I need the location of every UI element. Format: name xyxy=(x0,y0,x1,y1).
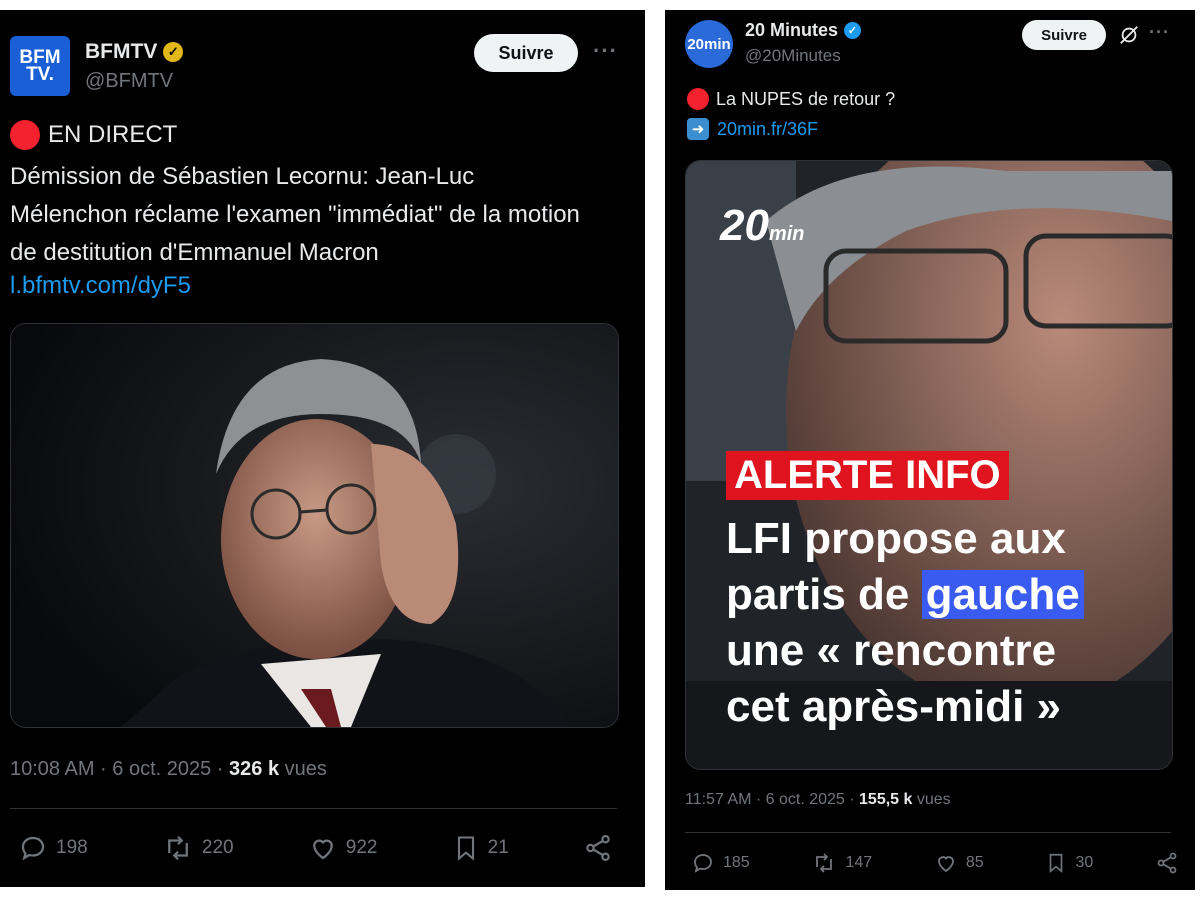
follow-button[interactable]: Suivre xyxy=(474,34,578,72)
post-link[interactable]: 20min.fr/36F xyxy=(717,119,818,140)
verified-badge-icon: ✓ xyxy=(163,42,184,62)
share-icon xyxy=(1157,852,1177,874)
action-bar: 198 220 922 21 xyxy=(18,830,613,866)
post-link-line: ➜ 20min.fr/36F xyxy=(687,118,818,140)
reply-button[interactable]: 185 xyxy=(691,851,750,875)
photo-illustration xyxy=(11,324,618,727)
red-circle-icon xyxy=(10,120,40,150)
image-headline: LFI propose aux partis de gauche une « r… xyxy=(726,511,1084,735)
20min-watermark: 20min xyxy=(720,201,805,250)
bfmtv-avatar[interactable]: BFM TV. xyxy=(10,36,70,96)
alert-badge: ALERTE INFO xyxy=(726,451,1009,500)
post-photo[interactable]: 20min ALERTE INFO LFI propose aux partis… xyxy=(685,160,1173,770)
like-button[interactable]: 85 xyxy=(934,851,984,875)
post-meta: 11:57 AM · 6 oct. 2025 · 155,5 k vues xyxy=(685,791,951,808)
account-name[interactable]: 20 Minutes ✓ xyxy=(745,20,862,41)
account-handle[interactable]: @BFMTV xyxy=(85,70,173,93)
share-button[interactable] xyxy=(583,833,613,863)
repost-button[interactable]: 220 xyxy=(162,833,234,863)
divider xyxy=(685,832,1171,833)
follow-button[interactable]: Suivre xyxy=(1022,20,1106,50)
bookmark-button[interactable]: 21 xyxy=(452,833,509,863)
20minutes-post: 20min 20 Minutes ✓ @20Minutes Suivre ···… xyxy=(665,10,1195,890)
action-bar: 185 147 85 30 xyxy=(691,848,1179,878)
share-button[interactable] xyxy=(1155,851,1179,875)
like-button[interactable]: 922 xyxy=(308,833,377,863)
arrow-right-icon: ➜ xyxy=(687,118,709,140)
red-circle-icon xyxy=(687,88,709,110)
post-photo[interactable] xyxy=(10,323,619,728)
account-handle[interactable]: @20Minutes xyxy=(745,46,841,66)
heart-icon xyxy=(938,856,954,873)
more-options-icon[interactable]: ··· xyxy=(593,38,618,64)
heart-icon xyxy=(312,839,333,860)
repost-button[interactable]: 147 xyxy=(811,851,872,875)
bookmark-button[interactable]: 30 xyxy=(1045,851,1093,875)
repost-icon xyxy=(168,835,188,861)
grok-icon[interactable] xyxy=(1118,24,1140,51)
repost-icon xyxy=(816,853,833,873)
post-body: Démission de Sébastien Lecornu: Jean-Luc… xyxy=(10,163,580,266)
reply-icon xyxy=(21,836,45,861)
post-link[interactable]: l.bfmtv.com/dyF5 xyxy=(10,272,191,300)
post-line-1: La NUPES de retour ? xyxy=(687,88,895,110)
reply-button[interactable]: 198 xyxy=(18,833,88,863)
verified-badge-icon: ✓ xyxy=(844,22,862,39)
bookmark-icon xyxy=(1050,853,1063,874)
20minutes-avatar[interactable]: 20min xyxy=(685,20,733,68)
live-tag: EN DIRECT xyxy=(10,120,177,150)
account-name[interactable]: BFMTV ✓ xyxy=(85,40,184,64)
bookmark-icon xyxy=(457,836,474,861)
bfmtv-post: BFM TV. BFMTV ✓ @BFMTV Suivre ··· EN DIR… xyxy=(0,10,645,887)
reply-icon xyxy=(694,854,712,873)
divider xyxy=(10,808,617,809)
more-options-icon[interactable]: ··· xyxy=(1149,22,1170,43)
post-meta: 10:08 AM · 6 oct. 2025 · 326 k vues xyxy=(10,758,327,780)
share-icon xyxy=(586,835,610,861)
